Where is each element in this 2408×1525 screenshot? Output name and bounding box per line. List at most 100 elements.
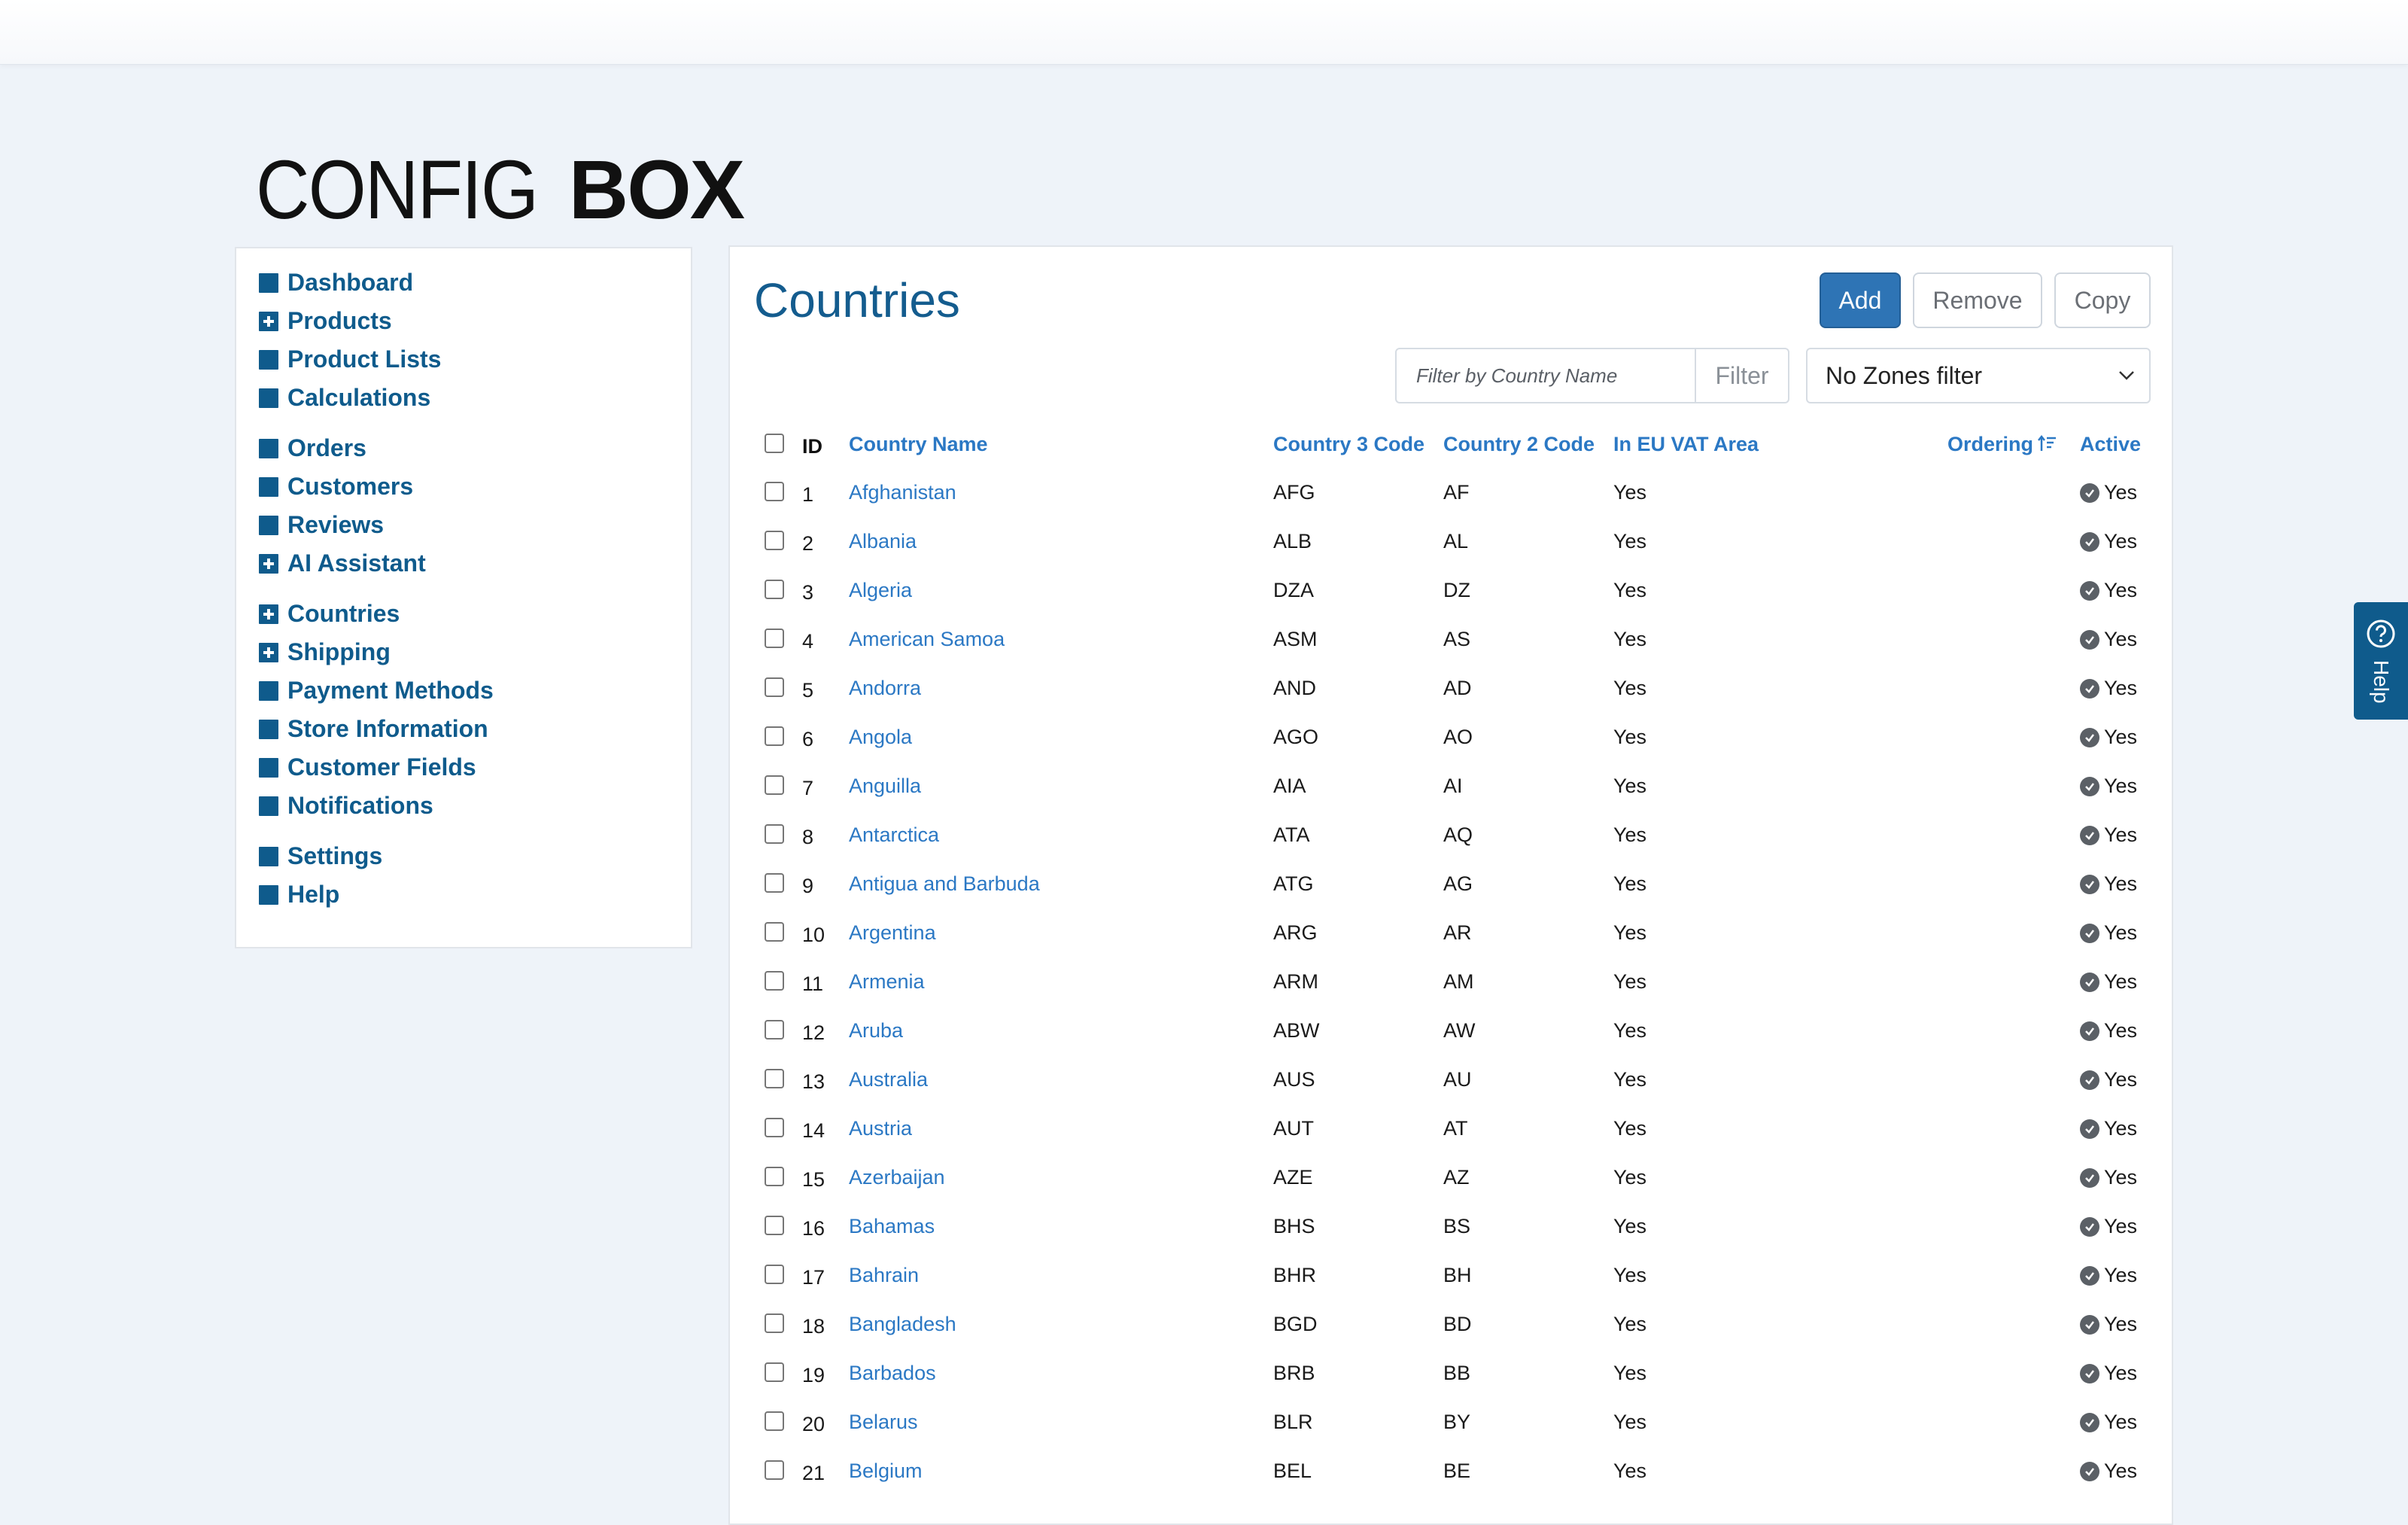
country-name-link[interactable]: Australia <box>849 1055 928 1104</box>
country-name-link[interactable]: Azerbaijan <box>849 1153 945 1202</box>
country-name-link[interactable]: Bahamas <box>849 1202 935 1251</box>
country-name-filter-input[interactable] <box>1397 349 1696 402</box>
country-name-link[interactable]: Afghanistan <box>849 468 956 517</box>
sidebar-item-orders[interactable]: Orders <box>236 429 691 467</box>
row-checkbox[interactable] <box>765 629 784 648</box>
sidebar-item-countries[interactable]: Countries <box>236 595 691 633</box>
header-country-3-code[interactable]: Country 3 Code <box>1273 420 1424 468</box>
active-status[interactable]: Yes <box>2080 811 2137 860</box>
sidebar-item-notifications[interactable]: Notifications <box>236 787 691 825</box>
select-all-checkbox[interactable] <box>765 434 784 453</box>
country-name-link[interactable]: American Samoa <box>849 615 1005 664</box>
row-checkbox[interactable] <box>765 922 784 942</box>
sidebar-item-settings[interactable]: Settings <box>236 837 691 875</box>
row-checkbox[interactable] <box>765 1362 784 1382</box>
row-checkbox[interactable] <box>765 971 784 991</box>
active-status[interactable]: Yes <box>2080 1398 2137 1447</box>
sidebar-item-customers[interactable]: Customers <box>236 467 691 506</box>
active-status[interactable]: Yes <box>2080 1349 2137 1398</box>
row-checkbox[interactable] <box>765 775 784 795</box>
row-checkbox[interactable] <box>765 1216 784 1235</box>
row-checkbox[interactable] <box>765 677 784 697</box>
active-status[interactable]: Yes <box>2080 1202 2137 1251</box>
row-checkbox[interactable] <box>765 1411 784 1431</box>
row-checkbox[interactable] <box>765 1020 784 1039</box>
active-status[interactable]: Yes <box>2080 517 2137 566</box>
country-name-link[interactable]: Anguilla <box>849 762 921 811</box>
country-name-link[interactable]: Albania <box>849 517 917 566</box>
remove-button[interactable]: Remove <box>1913 272 2042 328</box>
country-name-link[interactable]: Austria <box>849 1104 912 1153</box>
filter-button[interactable]: Filter <box>1696 349 1788 402</box>
country-name-link[interactable]: Angola <box>849 713 912 762</box>
country-name-link[interactable]: Antarctica <box>849 811 939 860</box>
row-select-cell <box>765 762 784 811</box>
copy-button[interactable]: Copy <box>2054 272 2151 328</box>
configbox-logo: CONFIG BOX <box>256 149 745 232</box>
country-name-link[interactable]: Andorra <box>849 664 921 713</box>
row-checkbox[interactable] <box>765 531 784 550</box>
check-circle-icon <box>2080 482 2099 503</box>
header-ordering[interactable]: Ordering <box>1947 420 2057 468</box>
active-status[interactable]: Yes <box>2080 762 2137 811</box>
header-active[interactable]: Active <box>2080 420 2141 468</box>
country-name-link[interactable]: Algeria <box>849 566 912 615</box>
country-name-link[interactable]: Armenia <box>849 957 925 1006</box>
active-status[interactable]: Yes <box>2080 1055 2137 1104</box>
row-checkbox[interactable] <box>765 726 784 746</box>
row-checkbox[interactable] <box>765 1313 784 1333</box>
add-button[interactable]: Add <box>1820 272 1901 328</box>
country-name-link[interactable]: Antigua and Barbuda <box>849 860 1040 909</box>
sidebar-item-label: Shipping <box>287 638 391 665</box>
row-checkbox[interactable] <box>765 1118 784 1137</box>
help-tab[interactable]: Help <box>2354 602 2408 720</box>
sidebar-item-product-lists[interactable]: Product Lists <box>236 340 691 379</box>
zones-filter-select[interactable]: No Zones filter <box>1806 348 2151 403</box>
row-checkbox[interactable] <box>765 873 784 893</box>
sidebar-item-store-information[interactable]: Store Information <box>236 710 691 748</box>
active-status[interactable]: Yes <box>2080 1104 2137 1153</box>
active-status[interactable]: Yes <box>2080 664 2137 713</box>
active-status[interactable]: Yes <box>2080 1300 2137 1349</box>
country-name-link[interactable]: Belgium <box>849 1447 923 1496</box>
row-checkbox[interactable] <box>765 1265 784 1284</box>
sidebar-item-payment-methods[interactable]: Payment Methods <box>236 671 691 710</box>
active-status[interactable]: Yes <box>2080 1251 2137 1300</box>
header-country-2-code[interactable]: Country 2 Code <box>1443 420 1595 468</box>
sidebar-item-dashboard[interactable]: Dashboard <box>236 263 691 302</box>
sidebar-item-reviews[interactable]: Reviews <box>236 506 691 544</box>
active-status[interactable]: Yes <box>2080 1153 2137 1202</box>
country-name-link[interactable]: Bahrain <box>849 1251 919 1300</box>
sidebar-item-products[interactable]: Products <box>236 302 691 340</box>
row-checkbox[interactable] <box>765 824 784 844</box>
country-name-link[interactable]: Aruba <box>849 1006 903 1055</box>
row-checkbox[interactable] <box>765 482 784 501</box>
sidebar-item-customer-fields[interactable]: Customer Fields <box>236 748 691 787</box>
active-status[interactable]: Yes <box>2080 1447 2137 1496</box>
active-status[interactable]: Yes <box>2080 860 2137 909</box>
active-status[interactable]: Yes <box>2080 957 2137 1006</box>
sidebar-item-help[interactable]: Help <box>236 875 691 914</box>
country-name-link[interactable]: Bangladesh <box>849 1300 956 1349</box>
sidebar-item-shipping[interactable]: Shipping <box>236 633 691 671</box>
header-in-eu-vat-area[interactable]: In EU VAT Area <box>1613 420 1759 468</box>
country-name-link[interactable]: Belarus <box>849 1398 918 1447</box>
sidebar-item-calculations[interactable]: Calculations <box>236 379 691 417</box>
sidebar-item-ai-assistant[interactable]: AI Assistant <box>236 544 691 583</box>
active-status[interactable]: Yes <box>2080 1006 2137 1055</box>
row-checkbox[interactable] <box>765 1069 784 1088</box>
row-id: 9 <box>802 875 814 897</box>
country-name-link[interactable]: Barbados <box>849 1349 936 1398</box>
active-status[interactable]: Yes <box>2080 615 2137 664</box>
active-status-label: Yes <box>2104 530 2138 552</box>
country-name-link[interactable]: Argentina <box>849 909 936 957</box>
active-status[interactable]: Yes <box>2080 713 2137 762</box>
active-status[interactable]: Yes <box>2080 468 2137 517</box>
active-status[interactable]: Yes <box>2080 909 2137 957</box>
header-id[interactable]: ID <box>802 420 822 468</box>
row-checkbox[interactable] <box>765 1167 784 1186</box>
header-country-name[interactable]: Country Name <box>849 420 988 468</box>
row-checkbox[interactable] <box>765 580 784 599</box>
active-status[interactable]: Yes <box>2080 566 2137 615</box>
row-checkbox[interactable] <box>765 1460 784 1480</box>
